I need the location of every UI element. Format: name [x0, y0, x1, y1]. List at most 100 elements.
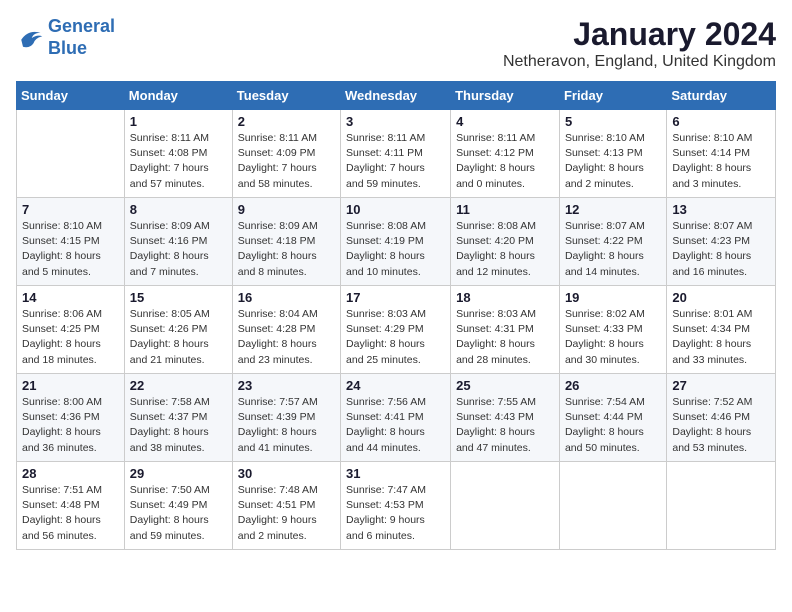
calendar-cell: 16 Sunrise: 8:04 AM Sunset: 4:28 PM Dayli… [232, 286, 340, 374]
day-info: Sunrise: 8:08 AM Sunset: 4:19 PM Dayligh… [346, 219, 445, 280]
week-row-5: 28 Sunrise: 7:51 AM Sunset: 4:48 PM Dayli… [17, 462, 776, 550]
day-info: Sunrise: 8:07 AM Sunset: 4:23 PM Dayligh… [672, 219, 770, 280]
calendar-cell: 3Sunrise: 8:11 AM Sunset: 4:11 PM Daylig… [341, 110, 451, 198]
day-number: 2 [238, 114, 335, 129]
calendar-table: SundayMondayTuesdayWednesdayThursdayFrid… [16, 81, 776, 550]
day-number: 18 [456, 290, 554, 305]
calendar-cell: 15 Sunrise: 8:05 AM Sunset: 4:26 PM Dayli… [124, 286, 232, 374]
calendar-cell: 25 Sunrise: 7:55 AM Sunset: 4:43 PM Dayli… [451, 374, 560, 462]
calendar-cell: 5Sunrise: 8:10 AM Sunset: 4:13 PM Daylig… [559, 110, 666, 198]
calendar-cell: 7 Sunrise: 8:10 AM Sunset: 4:15 PM Daylig… [17, 198, 125, 286]
day-number: 16 [238, 290, 335, 305]
weekday-header-row: SundayMondayTuesdayWednesdayThursdayFrid… [17, 82, 776, 110]
day-info: Sunrise: 8:11 AM Sunset: 4:09 PM Dayligh… [238, 131, 335, 192]
calendar-cell [559, 462, 666, 550]
day-number: 29 [130, 466, 227, 481]
day-number: 15 [130, 290, 227, 305]
calendar-cell: 11 Sunrise: 8:08 AM Sunset: 4:20 PM Dayli… [451, 198, 560, 286]
calendar-cell: 31 Sunrise: 7:47 AM Sunset: 4:53 PM Dayli… [341, 462, 451, 550]
day-number: 11 [456, 202, 554, 217]
day-number: 6 [672, 114, 770, 129]
day-number: 1 [130, 114, 227, 129]
calendar-cell: 21Sunrise: 8:00 AM Sunset: 4:36 PM Dayli… [17, 374, 125, 462]
day-info: Sunrise: 7:47 AM Sunset: 4:53 PM Dayligh… [346, 483, 445, 544]
day-info: Sunrise: 8:03 AM Sunset: 4:29 PM Dayligh… [346, 307, 445, 368]
week-row-1: 1 Sunrise: 8:11 AM Sunset: 4:08 PM Daylig… [17, 110, 776, 198]
day-number: 8 [130, 202, 227, 217]
calendar-cell: 1 Sunrise: 8:11 AM Sunset: 4:08 PM Daylig… [124, 110, 232, 198]
logo-bird-icon [16, 24, 44, 52]
day-number: 24 [346, 378, 445, 393]
day-number: 7 [22, 202, 119, 217]
day-info: Sunrise: 8:09 AM Sunset: 4:16 PM Dayligh… [130, 219, 227, 280]
day-number: 26 [565, 378, 661, 393]
calendar-cell: 13 Sunrise: 8:07 AM Sunset: 4:23 PM Dayli… [667, 198, 776, 286]
title-block: January 2024 Netheravon, England, United… [503, 16, 776, 71]
day-info: Sunrise: 8:08 AM Sunset: 4:20 PM Dayligh… [456, 219, 554, 280]
calendar-cell: 8 Sunrise: 8:09 AM Sunset: 4:16 PM Daylig… [124, 198, 232, 286]
day-number: 22 [130, 378, 227, 393]
day-number: 25 [456, 378, 554, 393]
week-row-4: 21Sunrise: 8:00 AM Sunset: 4:36 PM Dayli… [17, 374, 776, 462]
weekday-header-tuesday: Tuesday [232, 82, 340, 110]
day-info: Sunrise: 8:09 AM Sunset: 4:18 PM Dayligh… [238, 219, 335, 280]
day-info: Sunrise: 7:57 AM Sunset: 4:39 PM Dayligh… [238, 395, 335, 456]
day-number: 28 [22, 466, 119, 481]
day-info: Sunrise: 7:55 AM Sunset: 4:43 PM Dayligh… [456, 395, 554, 456]
calendar-cell [667, 462, 776, 550]
day-info: Sunrise: 8:02 AM Sunset: 4:33 PM Dayligh… [565, 307, 661, 368]
calendar-cell: 9 Sunrise: 8:09 AM Sunset: 4:18 PM Daylig… [232, 198, 340, 286]
calendar-cell [451, 462, 560, 550]
day-info: Sunrise: 7:52 AM Sunset: 4:46 PM Dayligh… [672, 395, 770, 456]
calendar-cell: 12 Sunrise: 8:07 AM Sunset: 4:22 PM Dayli… [559, 198, 666, 286]
day-number: 31 [346, 466, 445, 481]
calendar-cell: 17 Sunrise: 8:03 AM Sunset: 4:29 PM Dayli… [341, 286, 451, 374]
day-number: 13 [672, 202, 770, 217]
day-number: 14 [22, 290, 119, 305]
calendar-cell: 20Sunrise: 8:01 AM Sunset: 4:34 PM Dayli… [667, 286, 776, 374]
logo: General Blue [16, 16, 115, 59]
day-number: 9 [238, 202, 335, 217]
weekday-header-sunday: Sunday [17, 82, 125, 110]
day-info: Sunrise: 8:01 AM Sunset: 4:34 PM Dayligh… [672, 307, 770, 368]
calendar-cell: 28 Sunrise: 7:51 AM Sunset: 4:48 PM Dayli… [17, 462, 125, 550]
day-info: Sunrise: 7:48 AM Sunset: 4:51 PM Dayligh… [238, 483, 335, 544]
calendar-cell: 30 Sunrise: 7:48 AM Sunset: 4:51 PM Dayli… [232, 462, 340, 550]
day-info: Sunrise: 8:11 AM Sunset: 4:12 PM Dayligh… [456, 131, 554, 192]
day-number: 19 [565, 290, 661, 305]
calendar-cell: 10Sunrise: 8:08 AM Sunset: 4:19 PM Dayli… [341, 198, 451, 286]
day-info: Sunrise: 7:51 AM Sunset: 4:48 PM Dayligh… [22, 483, 119, 544]
calendar-cell: 19 Sunrise: 8:02 AM Sunset: 4:33 PM Dayli… [559, 286, 666, 374]
page-header: General Blue January 2024 Netheravon, En… [16, 16, 776, 71]
day-number: 12 [565, 202, 661, 217]
day-number: 27 [672, 378, 770, 393]
day-info: Sunrise: 8:11 AM Sunset: 4:08 PM Dayligh… [130, 131, 227, 192]
day-number: 4 [456, 114, 554, 129]
calendar-cell: 24 Sunrise: 7:56 AM Sunset: 4:41 PM Dayli… [341, 374, 451, 462]
calendar-cell: 18 Sunrise: 8:03 AM Sunset: 4:31 PM Dayli… [451, 286, 560, 374]
day-info: Sunrise: 8:10 AM Sunset: 4:15 PM Dayligh… [22, 219, 119, 280]
day-info: Sunrise: 8:05 AM Sunset: 4:26 PM Dayligh… [130, 307, 227, 368]
logo-text: General Blue [48, 16, 115, 59]
day-number: 17 [346, 290, 445, 305]
calendar-cell: 26Sunrise: 7:54 AM Sunset: 4:44 PM Dayli… [559, 374, 666, 462]
calendar-cell [17, 110, 125, 198]
day-info: Sunrise: 8:06 AM Sunset: 4:25 PM Dayligh… [22, 307, 119, 368]
calendar-cell: 4 Sunrise: 8:11 AM Sunset: 4:12 PM Daylig… [451, 110, 560, 198]
week-row-3: 14 Sunrise: 8:06 AM Sunset: 4:25 PM Dayli… [17, 286, 776, 374]
day-info: Sunrise: 8:11 AM Sunset: 4:11 PM Dayligh… [346, 131, 445, 192]
day-info: Sunrise: 8:00 AM Sunset: 4:36 PM Dayligh… [22, 395, 119, 456]
day-info: Sunrise: 8:04 AM Sunset: 4:28 PM Dayligh… [238, 307, 335, 368]
day-info: Sunrise: 8:03 AM Sunset: 4:31 PM Dayligh… [456, 307, 554, 368]
location: Netheravon, England, United Kingdom [503, 53, 776, 71]
month-title: January 2024 [503, 16, 776, 53]
day-number: 23 [238, 378, 335, 393]
calendar-cell: 22Sunrise: 7:58 AM Sunset: 4:37 PM Dayli… [124, 374, 232, 462]
day-number: 30 [238, 466, 335, 481]
weekday-header-wednesday: Wednesday [341, 82, 451, 110]
calendar-cell: 27 Sunrise: 7:52 AM Sunset: 4:46 PM Dayli… [667, 374, 776, 462]
day-info: Sunrise: 8:10 AM Sunset: 4:13 PM Dayligh… [565, 131, 661, 192]
day-info: Sunrise: 7:56 AM Sunset: 4:41 PM Dayligh… [346, 395, 445, 456]
day-info: Sunrise: 7:50 AM Sunset: 4:49 PM Dayligh… [130, 483, 227, 544]
day-info: Sunrise: 8:07 AM Sunset: 4:22 PM Dayligh… [565, 219, 661, 280]
